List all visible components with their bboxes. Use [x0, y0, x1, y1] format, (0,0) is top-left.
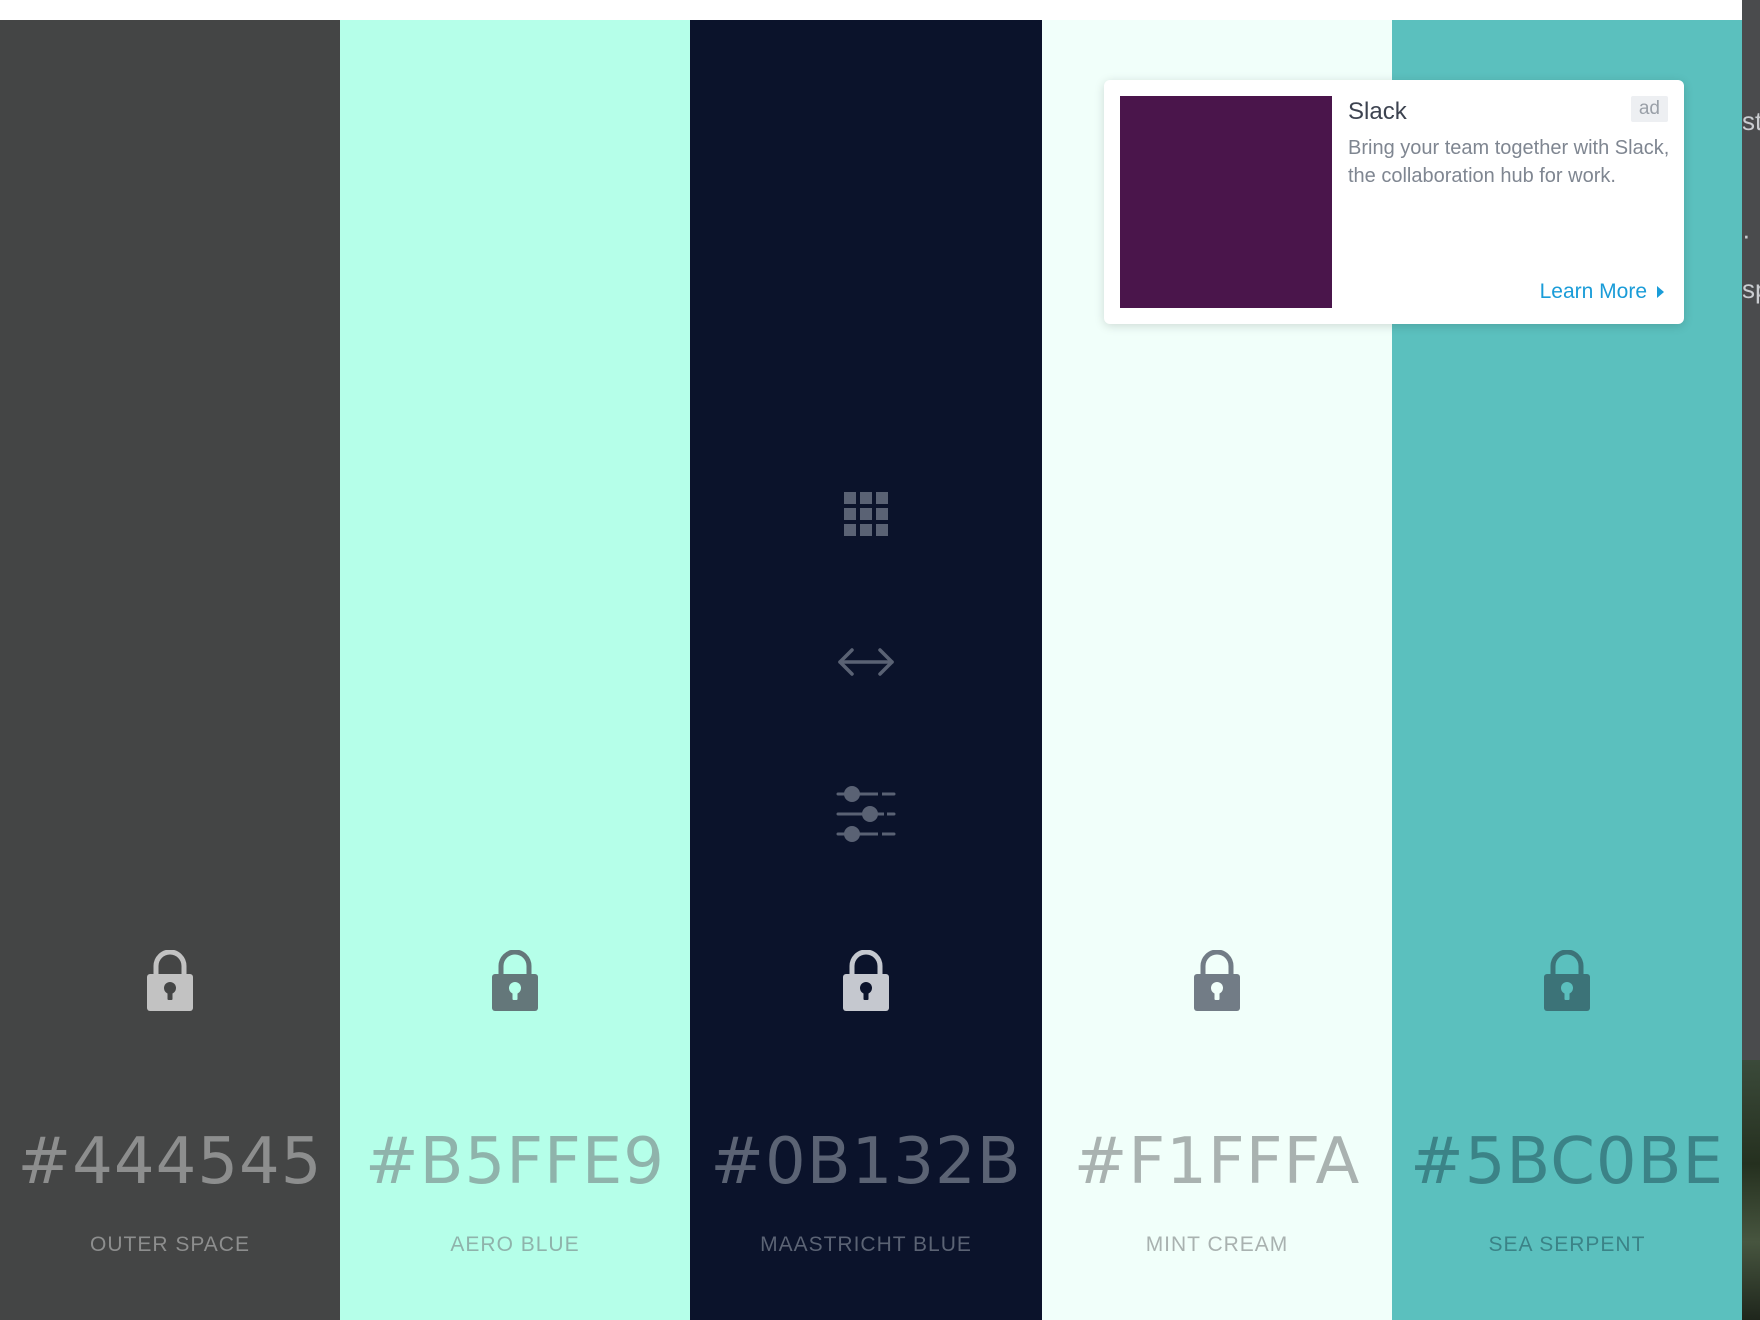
ad-badge: ad [1630, 96, 1668, 122]
swatch-name[interactable]: OUTER SPACE [0, 1233, 340, 1257]
lock-icon[interactable] [1193, 950, 1241, 1012]
lock-icon[interactable] [491, 950, 539, 1012]
ad-image[interactable] [1120, 96, 1332, 308]
grid-icon[interactable] [836, 484, 896, 544]
swatch-name[interactable]: MINT CREAM [1042, 1233, 1392, 1257]
swatch-hex[interactable]: #B5FFE9 [340, 1125, 690, 1199]
background-page-edge: st · sp [1742, 0, 1760, 1320]
swatch-hex[interactable]: #0B132B [690, 1125, 1042, 1199]
top-bar [0, 0, 1742, 20]
swatch-name[interactable]: SEA SERPENT [1392, 1233, 1742, 1257]
lock-icon[interactable] [842, 950, 890, 1012]
lock-icon[interactable] [146, 950, 194, 1012]
lock-icon[interactable] [1543, 950, 1591, 1012]
ad-description: Bring your team together with Slack, the… [1348, 137, 1670, 187]
swatch-hex[interactable]: #F1FFFA [1042, 1125, 1392, 1199]
arrows-horizontal-icon[interactable] [836, 632, 896, 692]
swatch-hex[interactable]: #444545 [0, 1125, 340, 1199]
learn-more-label: Learn More [1539, 280, 1647, 303]
background-text-fragment: st [1742, 106, 1760, 136]
swatch-name[interactable]: AERO BLUE [340, 1233, 690, 1257]
background-text-fragment: · [1742, 220, 1751, 250]
swatch-outer-space[interactable]: #444545 OUTER SPACE [0, 20, 340, 1320]
swatch-hex[interactable]: #5BC0BE [1392, 1125, 1742, 1199]
ad-title[interactable]: Slack [1348, 98, 1407, 126]
learn-more-link[interactable]: Learn More [1540, 280, 1664, 304]
swatch-maastricht-blue[interactable]: #0B132B MAASTRICHT BLUE [690, 20, 1042, 1320]
background-photo [1742, 1060, 1760, 1320]
chevron-right-icon [1657, 286, 1664, 299]
sponsored-ad-card[interactable]: Slack Bring your team together with Slac… [1104, 80, 1684, 324]
swatch-name[interactable]: MAASTRICHT BLUE [690, 1233, 1042, 1257]
swatch-aero-blue[interactable]: #B5FFE9 AERO BLUE [340, 20, 690, 1320]
sliders-icon[interactable] [836, 784, 896, 844]
background-text-fragment: sp [1742, 274, 1760, 304]
